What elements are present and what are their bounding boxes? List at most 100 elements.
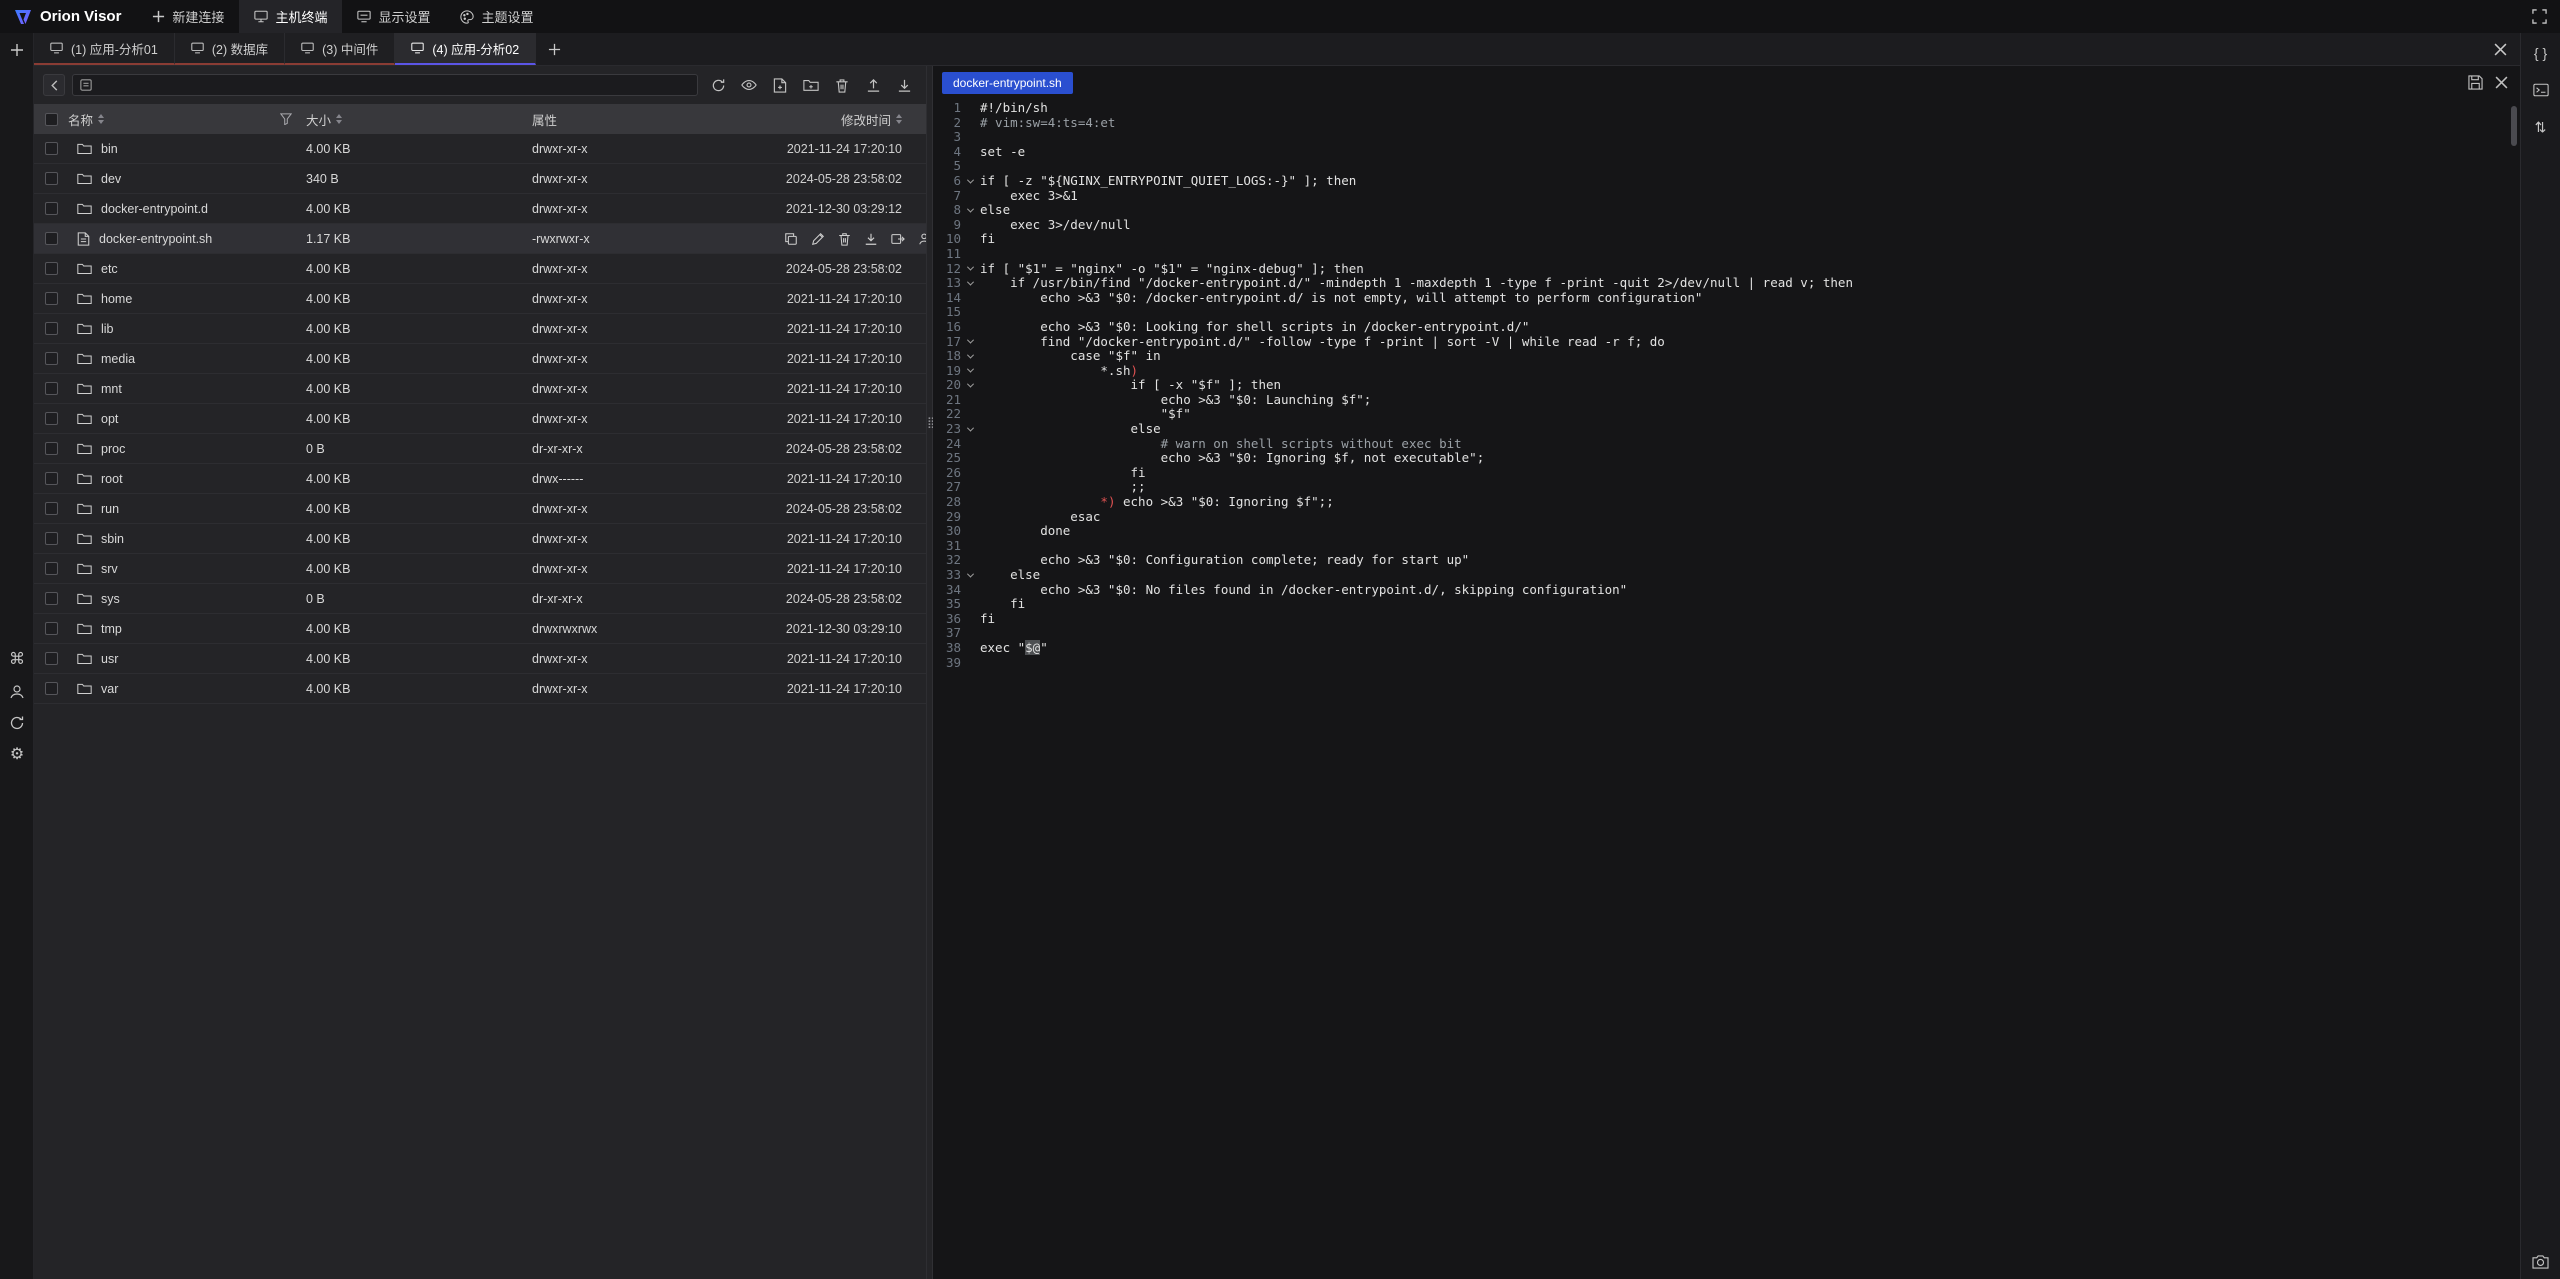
sort-icon[interactable] (98, 114, 104, 124)
header-name[interactable]: 名称 (68, 110, 306, 129)
code-line[interactable]: 32 echo >&3 "$0: Configuration complete;… (933, 553, 2520, 568)
file-name[interactable]: media (101, 352, 135, 366)
table-row[interactable]: tmp4.00 KBdrwxrwxrwx2021-12-30 03:29:10 (34, 614, 926, 644)
row-checkbox[interactable] (45, 622, 58, 635)
row-checkbox[interactable] (45, 262, 58, 275)
fullscreen-icon[interactable] (2518, 0, 2560, 33)
sync-icon[interactable] (9, 715, 25, 731)
table-row[interactable]: etc4.00 KBdrwxr-xr-x2024-05-28 23:58:02 (34, 254, 926, 284)
code-line[interactable]: 28 *) echo >&3 "$0: Ignoring $f";; (933, 495, 2520, 510)
table-row[interactable]: opt4.00 KBdrwxr-xr-x2021-11-24 17:20:10 (34, 404, 926, 434)
header-time[interactable]: 修改时间 (784, 110, 926, 129)
tab-session-2[interactable]: (2) 数据库 (175, 33, 285, 65)
table-row[interactable]: docker-entrypoint.d4.00 KBdrwxr-xr-x2021… (34, 194, 926, 224)
refresh-icon[interactable] (708, 75, 728, 95)
table-row[interactable]: media4.00 KBdrwxr-xr-x2021-11-24 17:20:1… (34, 344, 926, 374)
code-line[interactable]: 15 (933, 305, 2520, 320)
code-line[interactable]: 22 "$f" (933, 407, 2520, 422)
code-line[interactable]: 26 fi (933, 466, 2520, 481)
row-checkbox[interactable] (45, 412, 58, 425)
filter-funnel-icon[interactable] (280, 113, 292, 125)
file-name[interactable]: dev (101, 172, 121, 186)
terminal-panel-icon[interactable] (2533, 83, 2549, 97)
code-line[interactable]: 30 done (933, 524, 2520, 539)
code-line[interactable]: 25 echo >&3 "$0: Ignoring $f, not execut… (933, 451, 2520, 466)
row-checkbox[interactable] (45, 472, 58, 485)
row-checkbox[interactable] (45, 652, 58, 665)
table-row[interactable]: home4.00 KBdrwxr-xr-x2021-11-24 17:20:10 (34, 284, 926, 314)
settings-gear-icon[interactable]: ⚙ (10, 746, 24, 764)
file-name[interactable]: home (101, 292, 132, 306)
row-checkbox[interactable] (45, 442, 58, 455)
copy-icon[interactable] (784, 232, 798, 246)
table-row[interactable]: usr4.00 KBdrwxr-xr-x2021-11-24 17:20:10 (34, 644, 926, 674)
row-checkbox[interactable] (45, 232, 58, 245)
move-icon[interactable] (891, 232, 905, 246)
tab-session-4[interactable]: (4) 应用-分析02 (395, 33, 536, 65)
code-line[interactable]: 34 echo >&3 "$0: No files found in /dock… (933, 583, 2520, 598)
editor-filename-chip[interactable]: docker-entrypoint.sh (942, 72, 1073, 94)
table-row[interactable]: docker-entrypoint.sh1.17 KB-rwxrwxr-x (34, 224, 926, 254)
file-name[interactable]: root (101, 472, 123, 486)
fold-chevron-icon[interactable] (961, 349, 980, 364)
file-name[interactable]: bin (101, 142, 118, 156)
nav-new-connection[interactable]: 新建连接 (137, 0, 239, 33)
fold-chevron-icon[interactable] (961, 422, 980, 437)
fold-chevron-icon[interactable] (961, 568, 980, 583)
table-row[interactable]: dev340 Bdrwxr-xr-x2024-05-28 23:58:02 (34, 164, 926, 194)
user-icon[interactable] (9, 684, 25, 700)
fold-chevron-icon[interactable] (961, 262, 980, 277)
table-row[interactable]: sys0 Bdr-xr-xr-x2024-05-28 23:58:02 (34, 584, 926, 614)
code-line[interactable]: 17 find "/docker-entrypoint.d/" -follow … (933, 335, 2520, 350)
table-row[interactable]: mnt4.00 KBdrwxr-xr-x2021-11-24 17:20:10 (34, 374, 926, 404)
code-line[interactable]: 2# vim:sw=4:ts=4:et (933, 116, 2520, 131)
file-name[interactable]: opt (101, 412, 118, 426)
editor-scrollbar[interactable] (2511, 106, 2517, 146)
code-line[interactable]: 27 ;; (933, 480, 2520, 495)
code-line[interactable]: 39 (933, 656, 2520, 671)
delete-icon[interactable] (838, 232, 851, 246)
file-name[interactable]: run (101, 502, 119, 516)
code-line[interactable]: 33 else (933, 568, 2520, 583)
sort-icon[interactable] (896, 114, 902, 124)
new-folder-icon[interactable] (801, 75, 821, 95)
delete-trash-icon[interactable] (832, 75, 852, 95)
row-checkbox[interactable] (45, 532, 58, 545)
path-input[interactable] (72, 74, 698, 96)
code-line[interactable]: 4set -e (933, 145, 2520, 160)
row-checkbox[interactable] (45, 352, 58, 365)
sort-icon[interactable] (336, 114, 342, 124)
row-checkbox[interactable] (45, 682, 58, 695)
table-row[interactable]: var4.00 KBdrwxr-xr-x2021-11-24 17:20:10 (34, 674, 926, 704)
code-line[interactable]: 3 (933, 130, 2520, 145)
table-row[interactable]: sbin4.00 KBdrwxr-xr-x2021-11-24 17:20:10 (34, 524, 926, 554)
file-name[interactable]: srv (101, 562, 118, 576)
code-line[interactable]: 8else (933, 203, 2520, 218)
code-line[interactable]: 5 (933, 159, 2520, 174)
fold-chevron-icon[interactable] (961, 378, 980, 393)
row-checkbox[interactable] (45, 142, 58, 155)
table-row[interactable]: bin4.00 KBdrwxr-xr-x2021-11-24 17:20:10 (34, 134, 926, 164)
code-line[interactable]: 11 (933, 247, 2520, 262)
upload-icon[interactable] (863, 75, 883, 95)
code-line[interactable]: 13 if /usr/bin/find "/docker-entrypoint.… (933, 276, 2520, 291)
panel-splitter[interactable]: ⣿ (926, 66, 933, 1279)
command-icon[interactable]: ⌘ (9, 651, 25, 669)
nav-display-settings[interactable]: 显示设置 (342, 0, 445, 33)
row-checkbox[interactable] (45, 502, 58, 515)
close-editor-icon[interactable] (2495, 76, 2508, 89)
code-line[interactable]: 9 exec 3>/dev/null (933, 218, 2520, 233)
permissions-icon[interactable] (918, 232, 926, 246)
code-line[interactable]: 12if [ "$1" = "nginx" -o "$1" = "nginx-d… (933, 262, 2520, 277)
swap-order-icon[interactable]: ⇅ (2535, 119, 2547, 136)
nav-host-terminal[interactable]: 主机终端 (239, 0, 342, 33)
code-line[interactable]: 36fi (933, 612, 2520, 627)
row-checkbox[interactable] (45, 292, 58, 305)
download-icon[interactable] (864, 232, 878, 246)
code-line[interactable]: 38exec "$@" (933, 641, 2520, 656)
code-line[interactable]: 20 if [ -x "$f" ]; then (933, 378, 2520, 393)
header-size[interactable]: 大小 (306, 110, 532, 129)
row-checkbox[interactable] (45, 382, 58, 395)
row-checkbox[interactable] (45, 202, 58, 215)
app-logo[interactable]: Orion Visor (0, 0, 137, 33)
